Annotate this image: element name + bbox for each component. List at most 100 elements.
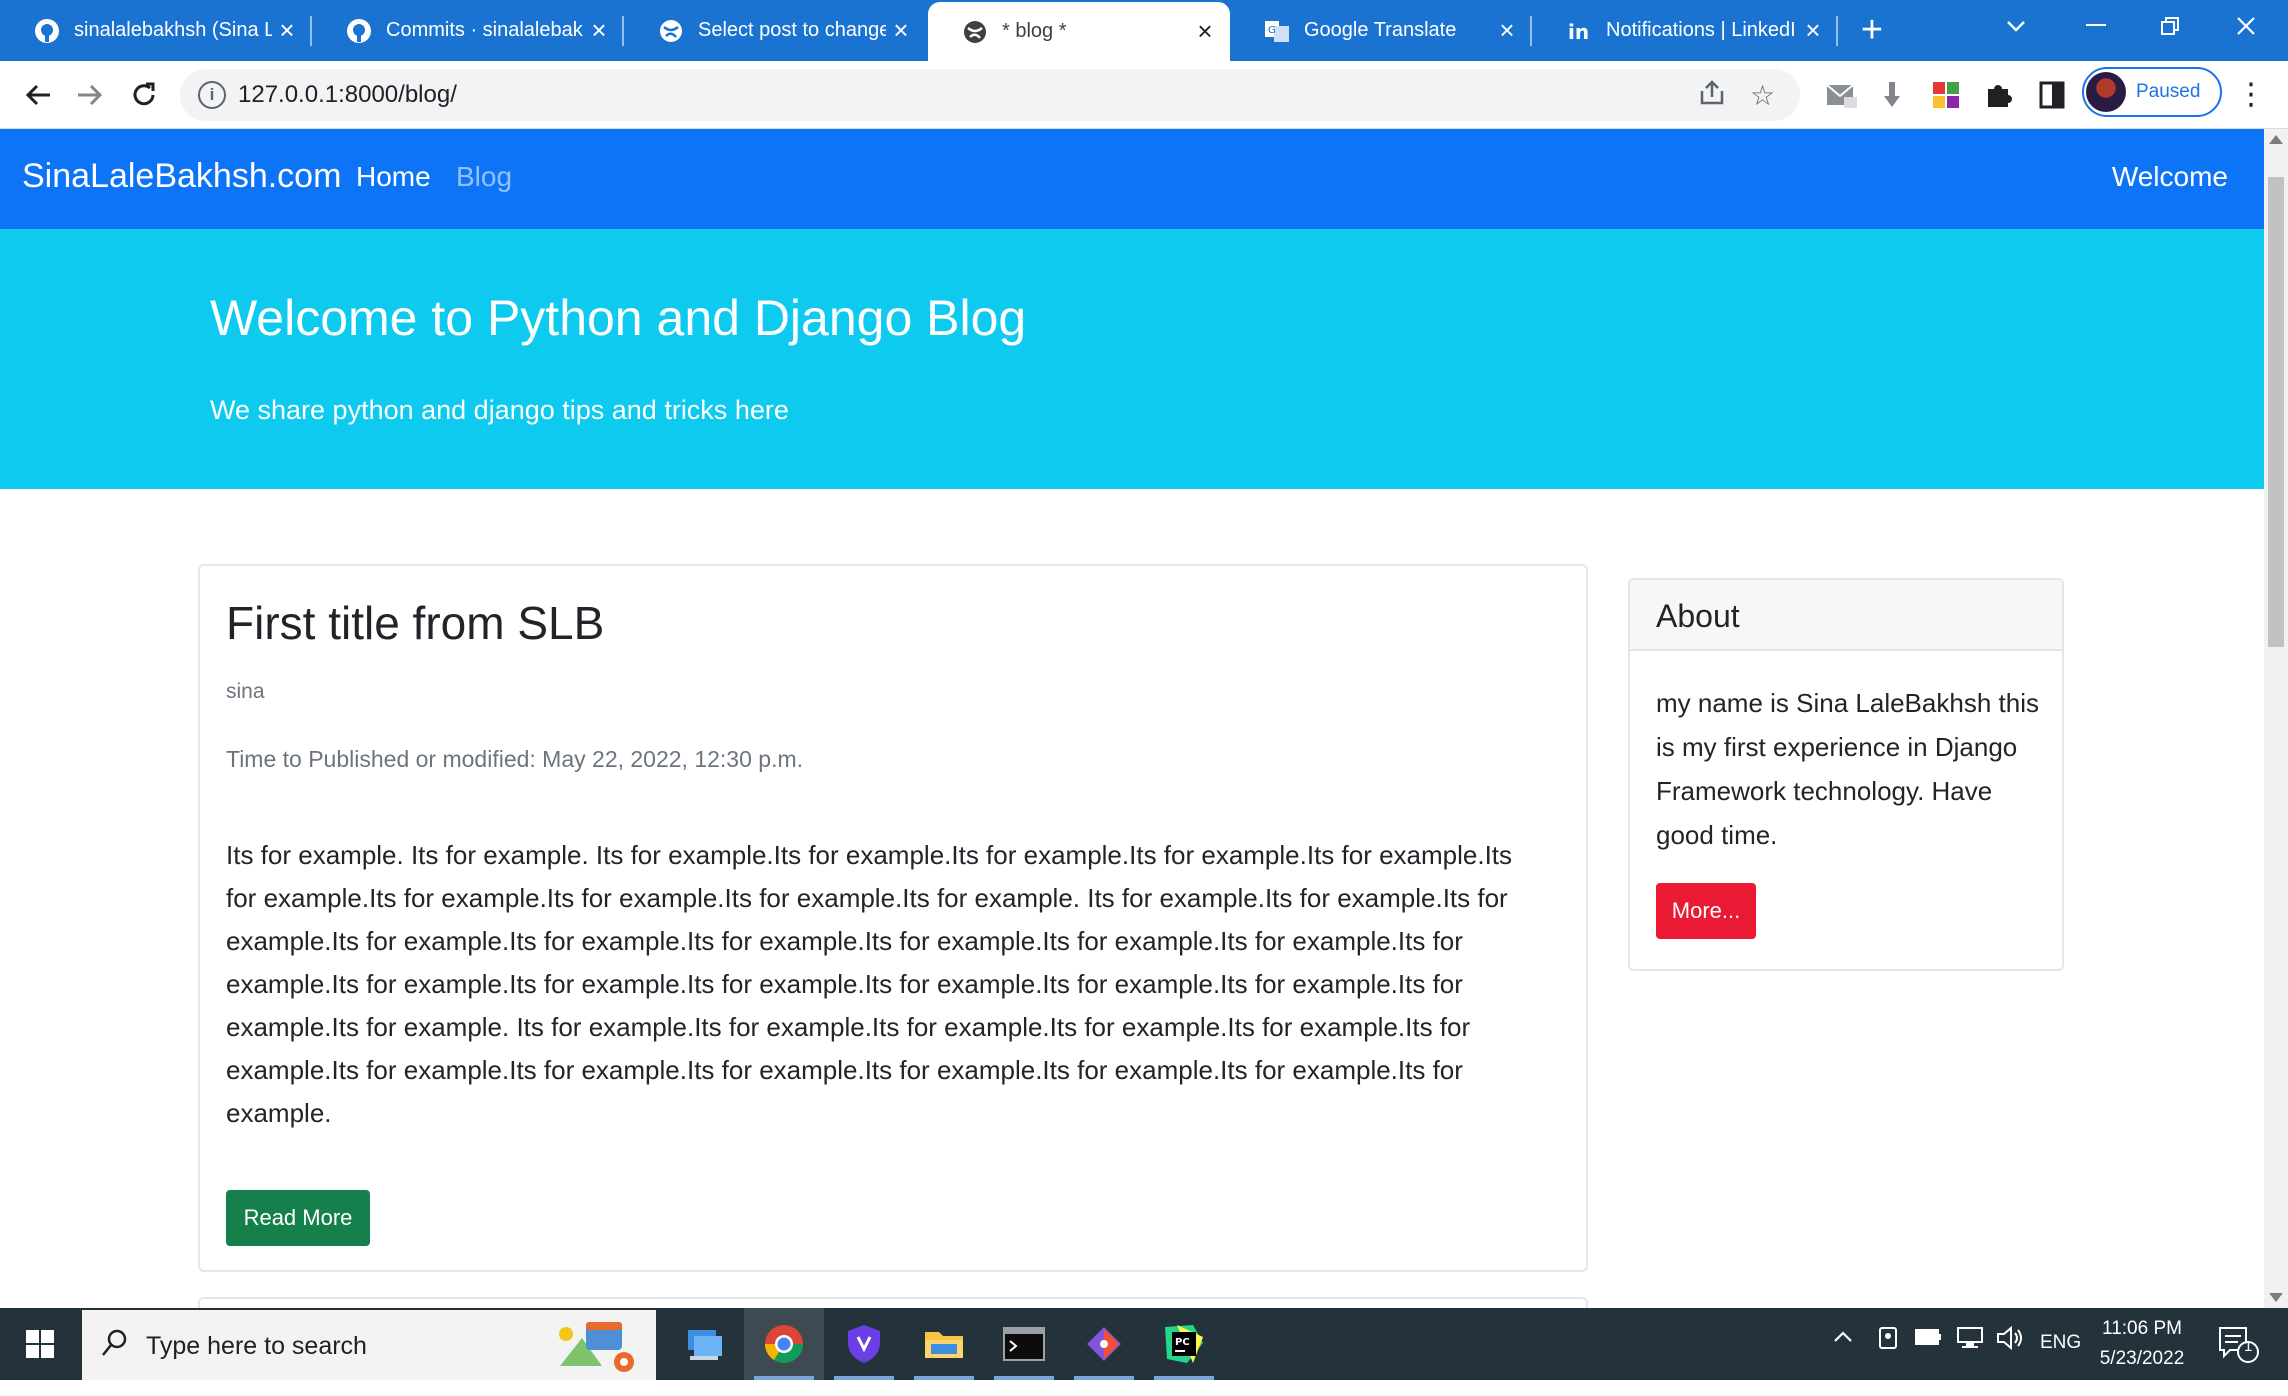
share-icon[interactable]: [1698, 79, 1726, 114]
tab-google-translate[interactable]: G Google Translate ×: [1230, 0, 1532, 61]
weather-widget-icon[interactable]: [552, 1318, 642, 1374]
globe-icon: [962, 19, 988, 45]
forward-button[interactable]: [66, 71, 114, 119]
git-icon[interactable]: [1064, 1308, 1144, 1380]
next-post-card: [198, 1297, 1588, 1308]
close-icon[interactable]: ×: [272, 15, 302, 46]
profile-paused-button[interactable]: Paused: [2082, 67, 2222, 117]
close-icon[interactable]: ×: [1492, 15, 1522, 46]
tab-github-commits[interactable]: Commits · sinalalebakl ×: [312, 0, 624, 61]
tab-title: Commits · sinalalebakl: [386, 19, 584, 41]
post-body: Its for example. Its for example. Its fo…: [226, 840, 1513, 1128]
profile-status: Paused: [2136, 81, 2201, 102]
avatar: [2086, 72, 2126, 112]
masthead: Welcome to Python and Django Blog We sha…: [0, 229, 2264, 489]
windows-start-button[interactable]: [0, 1308, 80, 1380]
nav-home-link[interactable]: Home: [356, 161, 431, 193]
chrome-icon[interactable]: [744, 1308, 824, 1380]
close-icon[interactable]: ×: [886, 15, 916, 46]
side-panel-icon[interactable]: [2034, 77, 2070, 113]
tab-title: Google Translate: [1304, 19, 1457, 41]
page-viewport: SinaLaleBakhsh.com Home Blog Welcome Wel…: [0, 129, 2288, 1308]
post-timestamp: Time to Published or modified: May 22, 2…: [226, 746, 804, 772]
github-icon: [346, 18, 372, 44]
screen-bottom-strip: [0, 1380, 2288, 1396]
notification-center-icon[interactable]: 1: [2216, 1324, 2260, 1370]
address-bar[interactable]: i 127.0.0.1:8000/blog/ ☆: [180, 69, 1800, 121]
translate-icon: G: [1264, 18, 1290, 44]
show-hidden-icons-icon[interactable]: [1832, 1326, 1854, 1354]
svg-text:G: G: [1268, 25, 1276, 36]
folder-icon[interactable]: [904, 1308, 984, 1380]
globe-icon: [658, 18, 684, 44]
language-indicator[interactable]: ENG: [2040, 1332, 2081, 1354]
close-icon[interactable]: ×: [1190, 16, 1220, 47]
tab-title: Select post to change: [698, 19, 886, 41]
site-brand-link[interactable]: SinaLaleBakhsh.com: [22, 157, 341, 196]
terminal-icon[interactable]: [984, 1308, 1064, 1380]
masthead-subtitle: We share python and django tips and tric…: [210, 395, 789, 425]
about-more-button[interactable]: More...: [1656, 883, 1756, 939]
svg-text:in: in: [1568, 20, 1589, 44]
tab-blog[interactable]: * blog * ×: [928, 2, 1230, 61]
notification-count: 1: [2244, 1338, 2253, 1355]
url-text[interactable]: 127.0.0.1:8000/blog/: [238, 81, 457, 109]
tab-select-post[interactable]: Select post to change ×: [624, 0, 926, 61]
about-heading: About: [1656, 598, 1740, 634]
svg-text:PC: PC: [1175, 1337, 1190, 1348]
tab-title: Notifications | LinkedI: [1606, 19, 1796, 41]
taskbar-clock[interactable]: 11:06 PM 5/23/2022: [2094, 1314, 2190, 1374]
tab-search-icon[interactable]: [1976, 0, 2056, 52]
linkedin-icon: in: [1566, 18, 1592, 44]
clock-date: 5/23/2022: [2099, 1348, 2185, 1369]
page-scrollbar[interactable]: [2264, 129, 2288, 1308]
windows-logo-icon: [26, 1330, 54, 1358]
read-more-button[interactable]: Read More: [226, 1190, 370, 1246]
pycharm-icon[interactable]: PC: [1144, 1308, 1224, 1380]
close-icon[interactable]: ×: [584, 15, 614, 46]
about-card: About my name is Sina LaleBakhsh this is…: [1628, 578, 2064, 971]
search-placeholder: Type here to search: [146, 1332, 367, 1360]
back-button[interactable]: [14, 71, 62, 119]
shield-app-icon[interactable]: [824, 1308, 904, 1380]
scroll-down-icon[interactable]: [2269, 1293, 2283, 1302]
post-card: First title from SLB sina Time to Publis…: [198, 564, 1588, 1272]
minimize-icon[interactable]: [2056, 0, 2136, 52]
taskbar-search-box[interactable]: Type here to search: [82, 1310, 656, 1380]
file-explorer-icon[interactable]: [664, 1308, 744, 1380]
colorful-extension-icon[interactable]: [1928, 77, 1964, 113]
tab-github-profile[interactable]: sinalalebakhsh (Sina L ×: [0, 0, 312, 61]
post-author: sina: [226, 680, 265, 703]
network-icon[interactable]: [1956, 1326, 1984, 1356]
restore-icon[interactable]: [2130, 0, 2210, 52]
post-title: First title from SLB: [226, 597, 605, 649]
close-icon[interactable]: ×: [1798, 15, 1828, 46]
tab-title: * blog *: [1002, 20, 1067, 42]
masthead-title: Welcome to Python and Django Blog: [210, 290, 1027, 346]
battery-icon[interactable]: [1914, 1326, 1942, 1354]
search-icon: [100, 1328, 128, 1365]
browser-menu-icon[interactable]: ⋮: [2236, 73, 2266, 117]
browser-toolbar: i 127.0.0.1:8000/blog/ ☆ Paused ⋮: [0, 61, 2288, 129]
volume-icon[interactable]: [1996, 1325, 2024, 1356]
tab-title: sinalalebakhsh (Sina L: [74, 19, 272, 41]
new-tab-button[interactable]: +: [1850, 10, 1894, 54]
windows-taskbar: Type here to search PC ENG 11:06 PM 5/23…: [0, 1308, 2288, 1380]
nav-blog-link[interactable]: Blog: [456, 161, 512, 193]
download-extension-icon[interactable]: [1874, 77, 1910, 113]
meet-now-icon[interactable]: [1876, 1324, 1900, 1358]
clock-time: 11:06 PM: [2102, 1318, 2182, 1339]
reload-button[interactable]: [120, 71, 168, 119]
browser-tab-bar: sinalalebakhsh (Sina L × Commits · sinal…: [0, 0, 2288, 61]
github-icon: [34, 18, 60, 44]
extensions-puzzle-icon[interactable]: [1980, 77, 2016, 113]
scroll-up-icon[interactable]: [2269, 135, 2283, 144]
tab-linkedin[interactable]: in Notifications | LinkedI ×: [1532, 0, 1838, 61]
gmail-extension-icon[interactable]: [1824, 77, 1860, 113]
scrollbar-thumb[interactable]: [2268, 177, 2284, 647]
nav-welcome-link[interactable]: Welcome: [2112, 161, 2228, 193]
about-text: my name is Sina LaleBakhsh this is my fi…: [1656, 688, 2039, 850]
close-window-icon[interactable]: [2206, 0, 2286, 52]
site-info-icon[interactable]: i: [198, 81, 226, 109]
bookmark-star-icon[interactable]: ☆: [1750, 79, 1775, 112]
